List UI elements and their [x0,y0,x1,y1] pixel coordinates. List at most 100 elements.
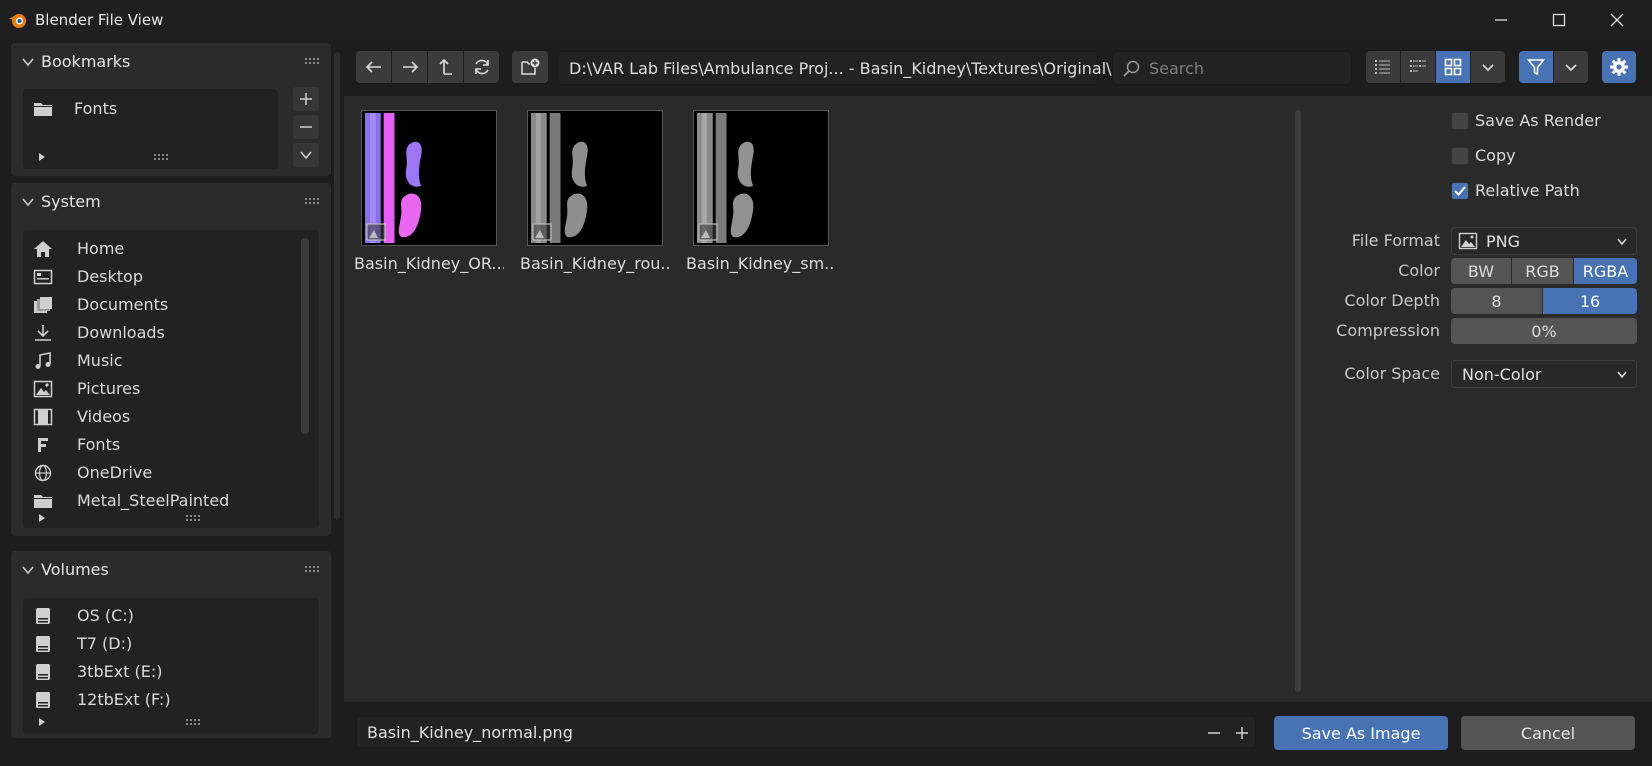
video-icon [33,408,53,426]
color-depth-16-option[interactable]: 16 [1543,288,1637,314]
color-rgb-option[interactable]: RGB [1512,258,1573,284]
close-icon [1610,13,1624,27]
system-header[interactable]: System [11,183,331,221]
new-folder-icon [521,58,540,75]
system-item-desktop[interactable]: Desktop [23,263,319,291]
file-list-scrollbar[interactable] [1295,110,1301,692]
volume-item-f[interactable]: 12tbExt (F:) [23,686,319,714]
drag-grip-icon[interactable] [305,197,321,205]
resize-grip-icon[interactable] [153,153,171,161]
save-as-image-button[interactable]: Save As Image [1274,716,1448,750]
file-name[interactable]: Basin_Kidney_OR... [354,254,504,273]
volume-item-c[interactable]: OS (C:) [23,602,319,630]
color-space-label-wrap: Color Space [1300,364,1440,386]
parent-directory-button[interactable] [428,51,463,83]
filename-field[interactable]: Basin_Kidney_normal.png [356,716,1256,748]
vertical-list-view-button[interactable] [1366,51,1400,83]
minus-icon[interactable] [1205,724,1223,742]
display-size-dropdown[interactable] [1471,51,1505,83]
color-bw-option[interactable]: BW [1451,258,1511,284]
back-button[interactable] [356,51,391,83]
search-field[interactable] [1112,51,1352,85]
system-scrollbar[interactable] [301,238,309,434]
remove-bookmark-button[interactable] [293,115,319,139]
resize-grip-icon[interactable] [185,718,203,726]
expand-triangle-icon[interactable] [37,513,47,523]
color-space-dropdown[interactable]: Non-Color [1451,360,1637,388]
file-format-value: PNG [1486,232,1521,251]
thumbnail-view-button[interactable] [1436,51,1470,83]
refresh-button[interactable] [464,51,499,83]
save-as-render-label: Save As Render [1475,111,1601,130]
add-bookmark-button[interactable] [293,87,319,111]
system-item-home[interactable]: Home [23,235,319,263]
volume-item-e[interactable]: 3tbExt (E:) [23,658,319,686]
system-item-fonts[interactable]: Fonts [23,431,319,459]
maximize-icon [1552,13,1566,27]
relative-path-checkbox[interactable] [1451,182,1469,200]
folder-icon [34,103,52,116]
volumes-panel: Volumes OS (C:) T7 (D:) 3tbExt (E:) 12tb… [11,551,331,738]
expand-triangle-icon[interactable] [37,717,47,727]
volume-item-d[interactable]: T7 (D:) [23,630,319,658]
bookmarks-header[interactable]: Bookmarks [11,43,331,81]
color-depth-8-option[interactable]: 8 [1451,288,1542,314]
file-name[interactable]: Basin_Kidney_rou... [520,254,670,273]
chevron-down-icon [22,566,34,575]
system-item-videos[interactable]: Videos [23,403,319,431]
file-thumbnail[interactable] [527,110,663,246]
system-item-metal-steelpainted[interactable]: Metal_SteelPainted [23,487,319,515]
volume-label: 3tbExt (E:) [77,662,163,681]
file-thumbnail[interactable] [693,110,829,246]
copy-checkbox[interactable] [1451,147,1469,165]
bookmarks-list: Fonts [23,89,278,169]
color-rgba-option[interactable]: RGBA [1574,258,1637,284]
list-view-icon [1375,60,1390,74]
close-button[interactable] [1588,0,1646,40]
cancel-button[interactable]: Cancel [1461,716,1635,750]
save-as-render-checkbox[interactable] [1451,112,1469,130]
compression-slider[interactable]: 0% [1451,318,1637,344]
file-thumbnail[interactable] [361,110,497,246]
new-folder-button[interactable] [512,51,548,83]
font-icon [38,438,48,452]
bookmark-menu-button[interactable] [293,143,319,167]
file-format-dropdown[interactable]: PNG [1451,227,1637,255]
checkmark-icon [1454,186,1466,196]
bookmark-item-fonts[interactable]: Fonts [23,95,278,123]
filter-options-dropdown[interactable] [1554,51,1588,83]
horizontal-list-view-button[interactable] [1401,51,1435,83]
chevron-down-icon [1565,64,1577,72]
filter-toggle-button[interactable] [1519,51,1553,83]
drag-grip-icon[interactable] [305,57,321,65]
volume-label: OS (C:) [77,606,134,625]
columns-view-icon [1410,60,1426,72]
directory-path-field[interactable]: D:\VAR Lab Files\Ambulance Proj... - Bas… [558,51,1112,85]
system-item-label: Metal_SteelPainted [77,491,230,510]
plus-icon[interactable] [1233,724,1251,742]
filter-icon [1526,59,1546,76]
settings-toggle-button[interactable] [1602,51,1636,83]
sidebar-scrollbar[interactable] [334,52,340,520]
minimize-icon [1495,19,1507,21]
minimize-button[interactable] [1472,0,1530,40]
color-space-label: Color Space [1344,364,1440,383]
expand-triangle-icon[interactable] [37,152,47,162]
chevron-down-icon [22,58,34,67]
system-item-documents[interactable]: Documents [23,291,319,319]
system-item-onedrive[interactable]: OneDrive [23,459,319,487]
file-name[interactable]: Basin_Kidney_sm... [686,254,836,273]
grid-view-icon [1444,58,1462,76]
system-item-pictures[interactable]: Pictures [23,375,319,403]
system-item-music[interactable]: Music [23,347,319,375]
search-input[interactable] [1149,55,1345,81]
maximize-button[interactable] [1530,0,1588,40]
drag-grip-icon[interactable] [305,565,321,573]
volumes-header[interactable]: Volumes [11,551,331,589]
forward-button[interactable] [392,51,427,83]
system-title: System [41,192,101,211]
system-item-downloads[interactable]: Downloads [23,319,319,347]
title-bar: Blender File View [0,0,1652,40]
resize-grip-icon[interactable] [185,514,203,522]
chevron-down-icon [22,198,34,207]
